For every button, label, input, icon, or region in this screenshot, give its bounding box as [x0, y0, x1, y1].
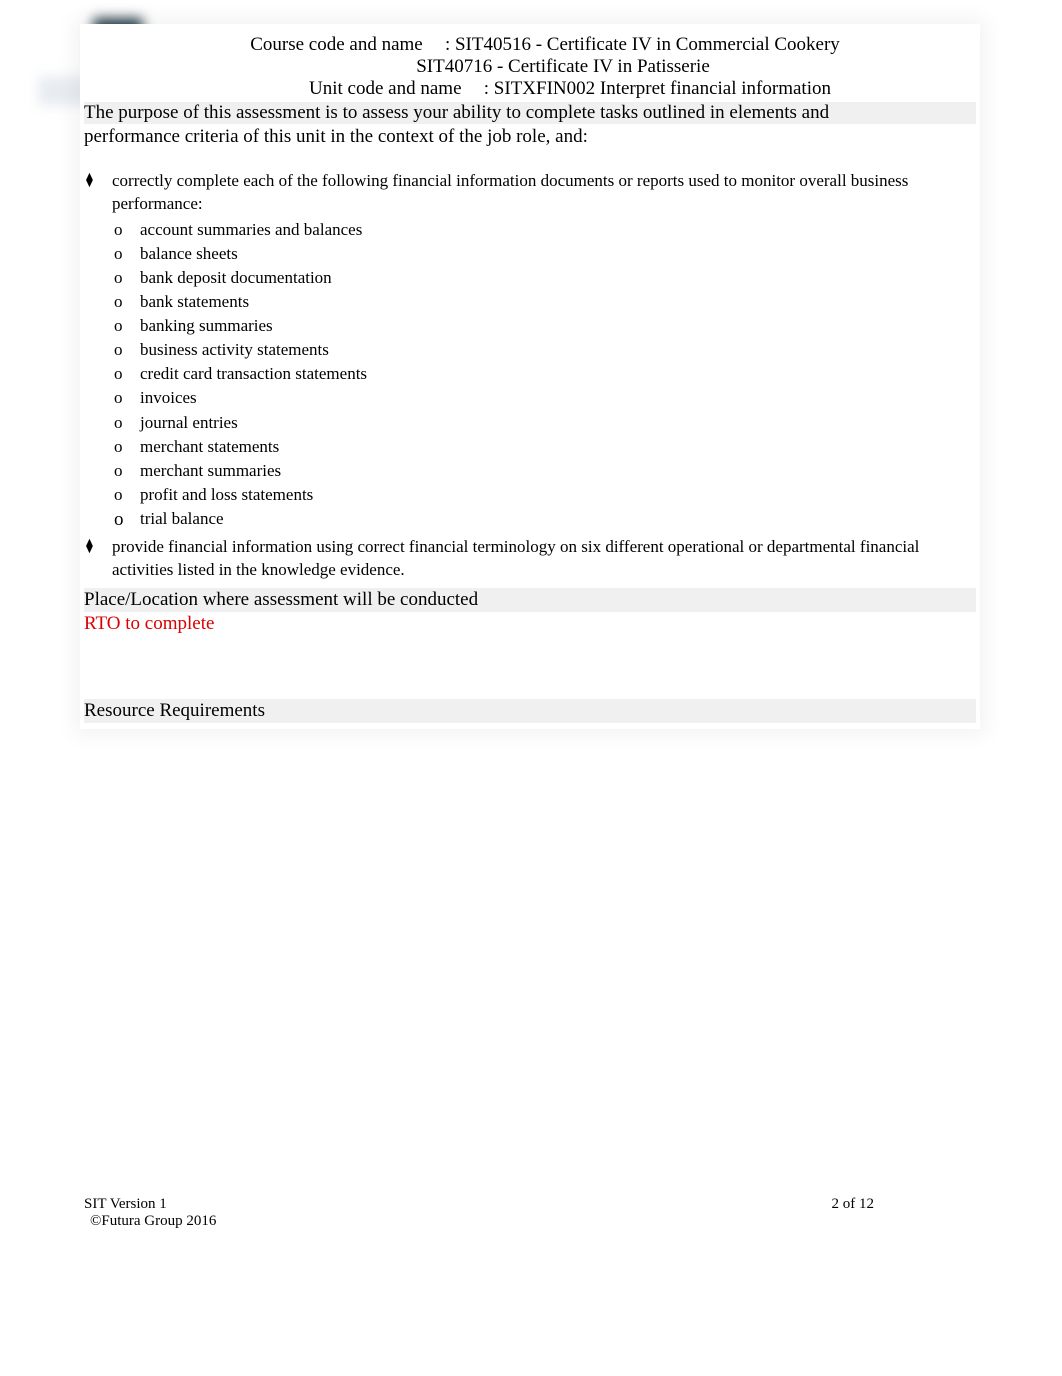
purpose-intro-line2: performance criteria of this unit in the… [80, 124, 980, 168]
bullet-2: ⧫ provide financial information using co… [80, 534, 980, 584]
footer-copyright: ©Futura Group 2016 [84, 1213, 874, 1230]
list-item: oprofit and loss statements [114, 483, 980, 507]
list-item: obanking summaries [114, 314, 980, 338]
o-marker: o [114, 338, 140, 362]
resource-requirements-row: Resource Requirements [84, 699, 976, 723]
unit-value: : SITXFIN002 Interpret financial informa… [484, 78, 831, 99]
footer-version: SIT Version 1 [84, 1196, 167, 1213]
sub-item-text: invoices [140, 386, 980, 410]
list-item: obank statements [114, 290, 980, 314]
o-marker: o [114, 507, 140, 534]
purpose-intro-line1: The purpose of this assessment is to ass… [84, 102, 829, 123]
list-item: oaccount summaries and balances [114, 218, 980, 242]
list-item: obalance sheets [114, 242, 980, 266]
sub-item-text: merchant summaries [140, 459, 980, 483]
sub-item-text: banking summaries [140, 314, 980, 338]
purpose-heading-row: The purpose of this assessment is to ass… [84, 102, 976, 124]
list-item: ojournal entries [114, 411, 980, 435]
document-header: Course code and name : SIT40516 - Certif… [80, 24, 980, 100]
sub-item-text: profit and loss statements [140, 483, 980, 507]
unit-line: Unit code and name : SITXFIN002 Interpre… [80, 78, 980, 100]
document-body: Course code and name : SIT40516 - Certif… [80, 24, 980, 729]
course-value-2: SIT40716 - Certificate IV in Patisserie [350, 56, 710, 77]
course-value-1: : SIT40516 - Certificate IV in Commercia… [445, 34, 840, 55]
list-item: omerchant statements [114, 435, 980, 459]
o-marker: o [114, 314, 140, 338]
o-marker: o [114, 483, 140, 507]
bullet-icon: ⧫ [86, 536, 112, 582]
sub-item-text: balance sheets [140, 242, 980, 266]
sub-item-text: bank statements [140, 290, 980, 314]
list-item: obusiness activity statements [114, 338, 980, 362]
o-marker: o [114, 411, 140, 435]
course-line-1: Course code and name : SIT40516 - Certif… [80, 34, 980, 56]
sub-item-text: bank deposit documentation [140, 266, 980, 290]
o-marker: o [114, 218, 140, 242]
o-marker: o [114, 459, 140, 483]
bullet-icon: ⧫ [86, 170, 112, 216]
list-item: obank deposit documentation [114, 266, 980, 290]
o-marker: o [114, 266, 140, 290]
course-line-2: SIT40716 - Certificate IV in Patisserie [80, 56, 980, 78]
bullet-1-text: correctly complete each of the following… [112, 170, 966, 216]
unit-label: Unit code and name [309, 78, 479, 100]
sub-item-text: journal entries [140, 411, 980, 435]
list-item: ocredit card transaction statements [114, 362, 980, 386]
list-item: omerchant summaries [114, 459, 980, 483]
sub-item-text: account summaries and balances [140, 218, 980, 242]
o-marker: o [114, 290, 140, 314]
sub-item-text: credit card transaction statements [140, 362, 980, 386]
place-location-row: Place/Location where assessment will be … [84, 588, 976, 612]
o-marker: o [114, 435, 140, 459]
bullet-2-text: provide financial information using corr… [112, 536, 966, 582]
sub-item-text: trial balance [140, 507, 980, 534]
sub-item-text: merchant statements [140, 435, 980, 459]
sub-list: oaccount summaries and balances obalance… [80, 218, 980, 534]
list-item: otrial balance [114, 507, 980, 534]
o-marker: o [114, 362, 140, 386]
rto-to-complete: RTO to complete [84, 612, 976, 699]
list-item: oinvoices [114, 386, 980, 410]
footer-page-number: 2 of 12 [832, 1196, 875, 1213]
course-label: Course code and name [250, 34, 440, 56]
sub-item-text: business activity statements [140, 338, 980, 362]
o-marker: o [114, 242, 140, 266]
page-footer: SIT Version 1 2 of 12 ©Futura Group 2016 [84, 1196, 874, 1230]
bullet-1: ⧫ correctly complete each of the followi… [80, 168, 980, 218]
o-marker: o [114, 386, 140, 410]
